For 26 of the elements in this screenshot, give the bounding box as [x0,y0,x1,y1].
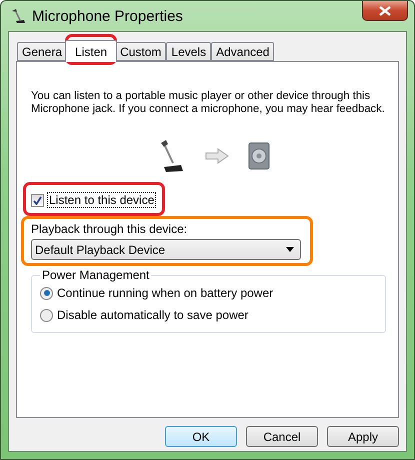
arrow-icon [204,148,228,164]
dialog-button[interactable]: OK [165,426,237,447]
caret-icon [286,247,294,252]
playback-dropdown[interactable]: Default Playback Device [31,239,301,260]
close-icon [379,6,391,16]
dialog-button[interactable]: Cancel [246,426,318,447]
tab[interactable]: Listen [65,40,118,62]
speaker-icon [246,142,272,170]
tab[interactable]: Advanced [211,42,274,61]
window-title: Microphone Properties [32,8,183,24]
playback-label: Playback through this device: [31,222,188,236]
tab[interactable]: Custom [115,42,166,61]
checkbox-label[interactable]: Listen to this device [47,192,156,208]
dialog-button[interactable]: Apply [327,426,399,447]
group-title: Power Management [41,268,150,282]
close-button[interactable] [362,1,408,21]
checkmark-icon [33,196,42,204]
radio-label[interactable]: Continue running when on battery power [57,286,274,300]
tab[interactable]: Genera [17,42,68,61]
checkbox[interactable] [31,194,44,206]
description-text: You can listen to a portable music player or other device through this Microphone jack. If you connect a microphone, you may hear feedback. [31,90,386,116]
radio-button[interactable] [40,286,53,300]
radio-label[interactable]: Disable automatically to save power [57,308,248,322]
tab[interactable]: Levels [166,42,212,61]
radio-button[interactable] [40,308,53,322]
microphone-icon [10,8,26,24]
